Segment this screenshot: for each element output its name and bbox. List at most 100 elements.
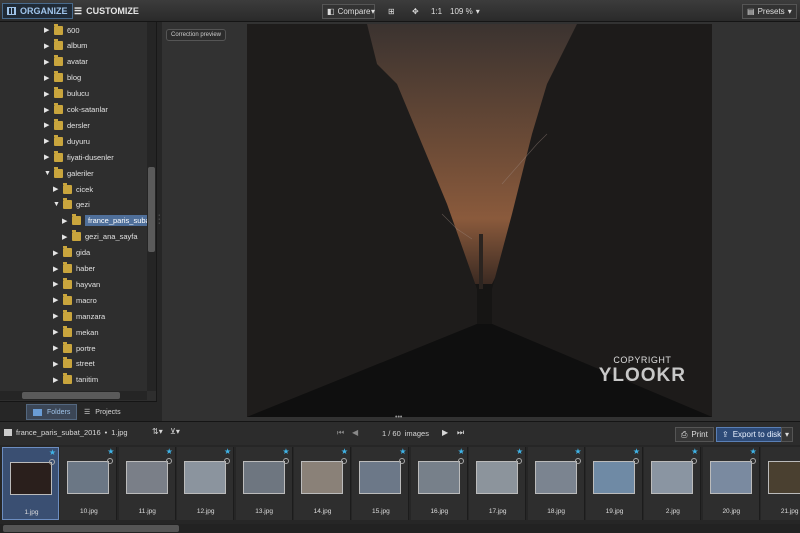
- thumbnail[interactable]: ★ 18.jpg: [527, 447, 585, 520]
- star-icon[interactable]: ★: [49, 448, 56, 457]
- actual-size-button[interactable]: 1:1: [431, 4, 442, 19]
- chevron-right-icon[interactable]: ▶: [53, 185, 59, 193]
- presets-button[interactable]: ▤ Presets ▾: [742, 4, 797, 19]
- tree-item[interactable]: ▶ macro: [53, 293, 97, 307]
- chevron-right-icon[interactable]: ▶: [44, 42, 50, 50]
- star-icon[interactable]: ★: [691, 447, 698, 456]
- rotate-icon[interactable]: [224, 458, 231, 464]
- chevron-right-icon[interactable]: ▶: [44, 74, 50, 82]
- chevron-right-icon[interactable]: ▶: [44, 121, 50, 129]
- chevron-right-icon[interactable]: ▶: [44, 153, 50, 161]
- star-icon[interactable]: ★: [750, 447, 757, 456]
- next-page-button[interactable]: ▶: [442, 428, 448, 437]
- rotate-icon[interactable]: [457, 458, 464, 464]
- tab-folders[interactable]: Folders: [26, 404, 78, 420]
- thumbnail[interactable]: ★ 16.jpg: [410, 447, 468, 520]
- thumbnail[interactable]: ★ 15.jpg: [352, 447, 410, 520]
- fit-view-button[interactable]: ⊞: [388, 4, 395, 19]
- tree-horizontal-scrollbar[interactable]: [0, 391, 147, 400]
- rotate-icon[interactable]: [749, 458, 756, 464]
- tree-item[interactable]: ▶ haber: [53, 262, 95, 276]
- tree-item[interactable]: ▶ avatar: [44, 55, 88, 69]
- scroll-thumb[interactable]: [3, 525, 179, 532]
- rotate-icon[interactable]: [49, 459, 55, 465]
- tree-item[interactable]: ▼ galeriler: [44, 166, 94, 180]
- thumbnail[interactable]: ★ 1.jpg: [2, 447, 59, 520]
- compare-button[interactable]: ◧ Compare: [322, 4, 376, 19]
- compare-dropdown-button[interactable]: ▾: [371, 4, 375, 19]
- export-dropdown-button[interactable]: ▾: [781, 427, 794, 442]
- thumbnail[interactable]: ★ 20.jpg: [702, 447, 760, 520]
- star-icon[interactable]: ★: [574, 447, 581, 456]
- chevron-right-icon[interactable]: ▶: [44, 58, 50, 66]
- last-page-button[interactable]: ⏭: [457, 428, 464, 438]
- tree-item[interactable]: ▶ tanitim: [53, 373, 98, 387]
- tree-item[interactable]: ▼ gezi: [53, 198, 90, 212]
- rotate-icon[interactable]: [107, 458, 114, 464]
- thumbnail[interactable]: ★ 13.jpg: [235, 447, 293, 520]
- sort-button[interactable]: ⇅▾: [152, 427, 163, 436]
- chevron-right-icon[interactable]: ▶: [44, 90, 50, 98]
- rotate-icon[interactable]: [282, 458, 289, 464]
- thumbnail[interactable]: ★ 17.jpg: [469, 447, 527, 520]
- tree-item[interactable]: ▶ manzara: [53, 309, 105, 323]
- rotate-icon[interactable]: [341, 458, 347, 464]
- star-icon[interactable]: ★: [516, 447, 523, 456]
- chevron-right-icon[interactable]: ▶: [62, 217, 68, 225]
- tree-item[interactable]: ▶ cok-satanlar: [44, 103, 108, 117]
- tree-item[interactable]: ▶ gida: [53, 246, 90, 260]
- pan-button[interactable]: ✥: [412, 4, 419, 19]
- tab-projects[interactable]: ☰ Projects: [78, 404, 127, 420]
- tree-item[interactable]: ▶ fiyati-dusenler: [44, 150, 114, 164]
- print-button[interactable]: ⎙ Print: [675, 427, 714, 442]
- star-icon[interactable]: ★: [107, 447, 114, 456]
- chevron-right-icon[interactable]: ▶: [53, 312, 59, 320]
- scroll-thumb[interactable]: [22, 392, 120, 399]
- tree-vertical-scrollbar[interactable]: [147, 22, 156, 391]
- chevron-right-icon[interactable]: ▶: [53, 296, 59, 304]
- chevron-right-icon[interactable]: ▶: [53, 280, 59, 288]
- filmstrip-scrollbar[interactable]: [0, 524, 800, 533]
- rotate-icon[interactable]: [691, 458, 698, 464]
- tree-item[interactable]: ▶ blog: [44, 71, 81, 85]
- tree-item[interactable]: ▶ gezi_ana_sayfa: [62, 230, 138, 244]
- chevron-right-icon[interactable]: ▶: [53, 344, 59, 352]
- chevron-right-icon[interactable]: ▶: [53, 376, 59, 384]
- rotate-icon[interactable]: [516, 458, 523, 464]
- zoom-select[interactable]: 109 % ▾: [450, 4, 480, 19]
- tree-item[interactable]: ▶france_paris_subat_2016: [62, 214, 156, 228]
- thumbnail[interactable]: ★ 10.jpg: [60, 447, 118, 520]
- chevron-right-icon[interactable]: ▶: [44, 137, 50, 145]
- star-icon[interactable]: ★: [633, 447, 640, 456]
- rotate-icon[interactable]: [399, 458, 406, 464]
- tree-item[interactable]: ▶ street: [53, 357, 95, 371]
- star-icon[interactable]: ★: [282, 447, 289, 456]
- star-icon[interactable]: ★: [224, 447, 231, 456]
- star-icon[interactable]: ★: [399, 447, 406, 456]
- scroll-thumb[interactable]: [148, 167, 155, 252]
- rotate-icon[interactable]: [574, 458, 581, 464]
- first-page-button[interactable]: ⏮: [337, 428, 344, 438]
- thumbnail[interactable]: ★ 14.jpg: [294, 447, 351, 520]
- rotate-icon[interactable]: [633, 458, 639, 464]
- chevron-down-icon[interactable]: ▼: [53, 201, 60, 208]
- tree-item[interactable]: ▶ album: [44, 39, 87, 53]
- rotate-icon[interactable]: [165, 458, 172, 464]
- chevron-right-icon[interactable]: ▶: [53, 265, 59, 273]
- main-photo[interactable]: COPYRIGHT YLOOKR: [247, 24, 712, 417]
- chevron-right-icon[interactable]: ▶: [53, 249, 59, 257]
- chevron-right-icon[interactable]: ▶: [53, 360, 59, 368]
- tree-item[interactable]: ▶ hayvan: [53, 277, 100, 291]
- star-icon[interactable]: ★: [166, 447, 173, 456]
- chevron-down-icon[interactable]: ▼: [44, 170, 51, 177]
- thumbnail[interactable]: ★ 12.jpg: [177, 447, 235, 520]
- tab-organize[interactable]: ORGANIZE: [2, 3, 73, 19]
- prev-page-button[interactable]: ◀: [352, 428, 358, 437]
- tree-item[interactable]: ▶ cicek: [53, 182, 93, 196]
- chevron-right-icon[interactable]: ▶: [44, 106, 50, 114]
- tree-item[interactable]: ▶ bulucu: [44, 87, 89, 101]
- viewer-splitter-grip[interactable]: •••: [395, 414, 402, 421]
- tree-item[interactable]: ▶ dersler: [44, 118, 90, 132]
- filter-button[interactable]: ⊻▾: [170, 427, 180, 436]
- thumbnail[interactable]: ★21.jpg: [761, 447, 800, 520]
